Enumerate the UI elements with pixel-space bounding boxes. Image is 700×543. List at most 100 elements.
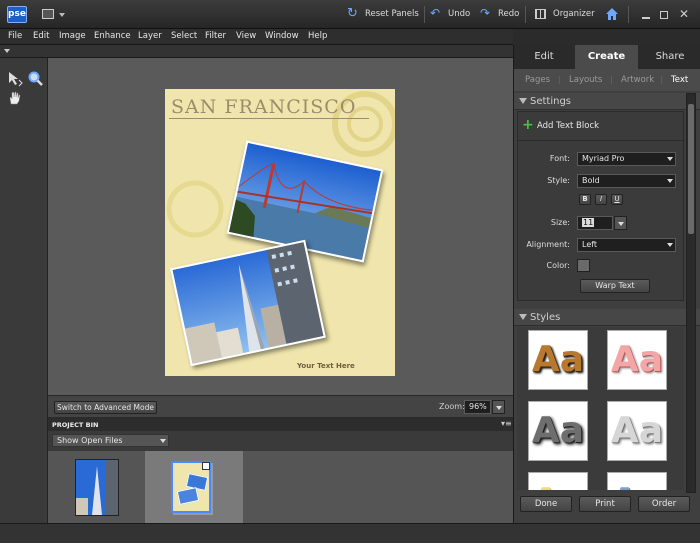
tool-options-strip	[0, 45, 513, 58]
app-logo[interactable]: pse	[7, 6, 27, 23]
style-value: Bold	[582, 176, 600, 185]
menu-view[interactable]: View	[236, 31, 256, 41]
add-text-block-button[interactable]: + Add Text Block	[522, 117, 632, 134]
hand-icon	[9, 91, 21, 105]
tab-edit[interactable]: Edit	[514, 45, 574, 69]
redo-button[interactable]: ↷ Redo	[480, 6, 524, 23]
bin-thumbnail-transamerica[interactable]	[75, 459, 119, 516]
subtab-artwork[interactable]: Artwork	[621, 75, 654, 85]
print-button[interactable]: Print	[579, 496, 631, 512]
organizer-grid-icon	[535, 9, 546, 19]
style-gold[interactable]: Aa	[528, 472, 588, 490]
zoom-field[interactable]: 96%	[464, 400, 491, 414]
menu-select[interactable]: Select	[171, 31, 197, 41]
order-button[interactable]: Order	[638, 496, 690, 512]
font-dropdown[interactable]: Myriad Pro	[577, 152, 676, 166]
styles-grid: Aa Aa Aa Aa Aa Aa	[517, 327, 684, 490]
menu-layer[interactable]: Layer	[138, 31, 162, 41]
zoom-dropdown-button[interactable]	[492, 400, 505, 414]
switch-to-advanced-mode-button[interactable]: Switch to Advanced Mode	[54, 401, 157, 414]
project-bin-title: PROJECT BIN	[52, 421, 99, 429]
subtab-layouts[interactable]: Layouts	[569, 75, 602, 85]
alignment-dropdown[interactable]: Left	[577, 238, 676, 252]
menu-file[interactable]: File	[8, 31, 22, 41]
canvas-area[interactable]: SAN FRANCISCO Your Text Here	[48, 58, 513, 395]
warp-text-button[interactable]: Warp Text	[580, 279, 650, 293]
minimize-icon	[642, 17, 650, 19]
show-open-files-dropdown[interactable]: Show Open Files	[52, 434, 169, 447]
bin-menu-icon[interactable]: ▾≡	[501, 419, 512, 428]
alignment-label: Alignment:	[526, 240, 570, 249]
alignment-value: Left	[582, 240, 598, 249]
layout-switcher-button[interactable]	[42, 8, 66, 21]
size-field[interactable]: 11	[577, 216, 613, 230]
menu-filter[interactable]: Filter	[205, 31, 226, 41]
thumbnail-image	[76, 460, 118, 515]
subtab-text[interactable]: Text	[671, 75, 688, 85]
move-tool-button[interactable]	[7, 71, 23, 87]
panel-scrollbar[interactable]	[686, 93, 696, 493]
photo-transamerica[interactable]	[170, 239, 326, 367]
project-bin-area[interactable]	[48, 451, 513, 523]
styles-section-header[interactable]: Styles	[514, 309, 700, 326]
size-dropdown-button[interactable]	[614, 216, 627, 230]
style-leopard[interactable]: Aa	[528, 330, 588, 390]
italic-button[interactable]: I	[595, 194, 607, 205]
zoom-tool-button[interactable]	[28, 71, 44, 87]
bin-thumbnail-photo-page[interactable]	[171, 461, 211, 513]
title-bar: pse ↻ Reset Panels ↶ Undo ↷ Redo Organiz…	[0, 0, 700, 29]
maximize-icon	[660, 11, 668, 19]
panel-scrollbar-thumb[interactable]	[688, 104, 694, 234]
project-bin-toolbar: Show Open Files	[48, 431, 513, 451]
hand-tool-button[interactable]	[7, 90, 23, 106]
toolbox	[0, 58, 48, 523]
menu-help[interactable]: Help	[308, 31, 327, 41]
close-icon: ✕	[678, 7, 690, 21]
project-bin-header: PROJECT BIN ▾≡	[48, 419, 513, 431]
subtab-pages[interactable]: Pages	[525, 75, 550, 85]
menu-window[interactable]: Window	[265, 31, 299, 41]
home-icon	[606, 8, 618, 20]
settings-title: Settings	[530, 96, 572, 107]
page-title[interactable]: SAN FRANCISCO	[171, 96, 356, 118]
canvas-status-row: Switch to Advanced Mode Zoom: 96%	[48, 395, 513, 417]
redo-icon: ↷	[480, 6, 491, 20]
menu-bar: File Edit Image Enhance Layer Select Fil…	[0, 29, 513, 45]
home-button[interactable]	[604, 6, 620, 22]
reset-panels-button[interactable]: ↻ Reset Panels	[345, 6, 420, 23]
size-value: 11	[582, 218, 595, 227]
size-label: Size:	[550, 218, 570, 227]
minimize-button[interactable]	[640, 9, 652, 21]
style-steel[interactable]: Aa	[528, 401, 588, 461]
style-pink[interactable]: Aa	[607, 330, 667, 390]
subtab-divider: |	[610, 75, 613, 84]
thumbnail-badge-icon	[202, 462, 210, 470]
maximize-button[interactable]	[658, 9, 670, 21]
photo-page[interactable]: SAN FRANCISCO Your Text Here	[165, 89, 395, 376]
style-label: Style:	[547, 176, 570, 185]
style-dropdown[interactable]: Bold	[577, 174, 676, 188]
bold-button[interactable]: B	[579, 194, 591, 205]
style-blue[interactable]: Aa	[607, 472, 667, 490]
tab-create[interactable]: Create	[575, 45, 638, 69]
undo-button[interactable]: ↶ Undo	[430, 6, 474, 23]
toolbar-divider	[424, 6, 425, 23]
underline-button[interactable]: U	[611, 194, 623, 205]
settings-section-header[interactable]: Settings	[514, 93, 700, 110]
page-footer-text[interactable]: Your Text Here	[297, 362, 355, 370]
menu-image[interactable]: Image	[59, 31, 86, 41]
subtab-divider: |	[558, 75, 561, 84]
panel-tab-bar: Edit Create Share	[514, 45, 700, 69]
chevron-down-icon	[59, 13, 65, 17]
color-swatch[interactable]	[577, 259, 590, 272]
close-button[interactable]: ✕	[677, 7, 691, 21]
zoom-label: Zoom:	[439, 402, 465, 411]
menu-edit[interactable]: Edit	[33, 31, 49, 41]
done-button[interactable]: Done	[520, 496, 572, 512]
menu-enhance[interactable]: Enhance	[94, 31, 131, 41]
chevron-down-icon	[496, 406, 502, 410]
organizer-button[interactable]: Organizer	[533, 6, 595, 23]
tab-share[interactable]: Share	[639, 45, 700, 69]
style-silver[interactable]: Aa	[607, 401, 667, 461]
collapse-arrow-icon[interactable]	[4, 49, 10, 53]
